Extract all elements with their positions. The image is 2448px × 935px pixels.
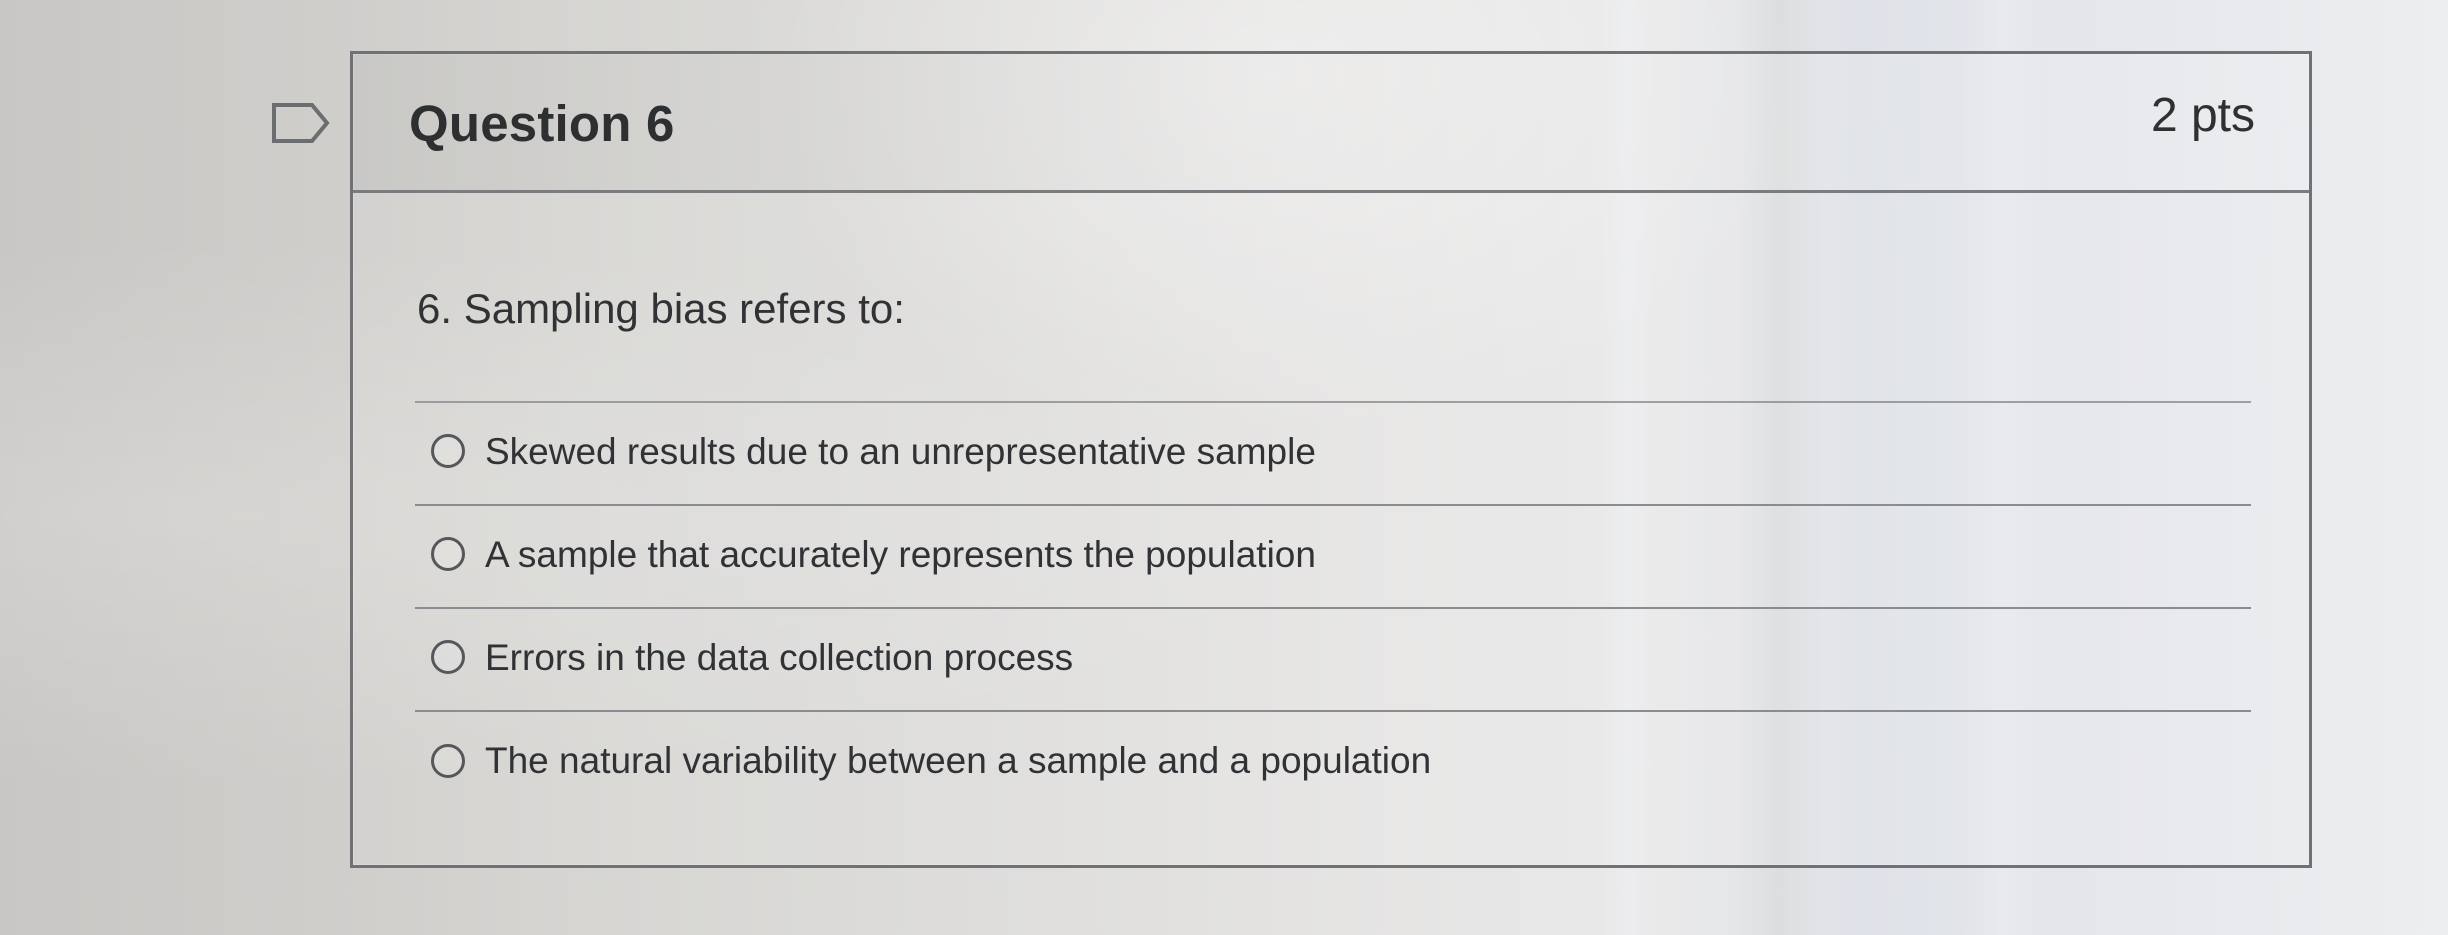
question-points: 2 pts [2150, 89, 2255, 142]
radio-button-icon[interactable] [431, 743, 465, 778]
radio-button-icon[interactable] [431, 536, 465, 571]
question-title: Question 6 [409, 95, 675, 152]
radio-button-icon[interactable] [431, 639, 465, 674]
answer-label: The natural variability between a sample… [485, 740, 1432, 781]
question-header: Question 6 2 pts [353, 54, 2309, 193]
answer-label: A sample that accurately represents the … [485, 534, 1316, 575]
radio-button-icon[interactable] [431, 433, 465, 468]
answer-options: Skewed results due to an unrepresentativ… [415, 403, 2251, 780]
answer-label: Skewed results due to an unrepresentativ… [485, 431, 1316, 472]
question-prompt: 6. Sampling bias refers to: [417, 285, 905, 332]
answer-option-4[interactable]: The natural variability between a sample… [415, 712, 2251, 815]
answer-option-3[interactable]: Errors in the data collection process [415, 609, 2251, 712]
flag-icon[interactable] [270, 101, 332, 145]
answer-option-1[interactable]: Skewed results due to an unrepresentativ… [415, 403, 2251, 506]
answer-label: Errors in the data collection process [485, 637, 1074, 678]
quiz-question-card: Question 6 2 pts 6. Sampling bias refers… [350, 51, 2312, 868]
answer-option-2[interactable]: A sample that accurately represents the … [415, 506, 2251, 609]
